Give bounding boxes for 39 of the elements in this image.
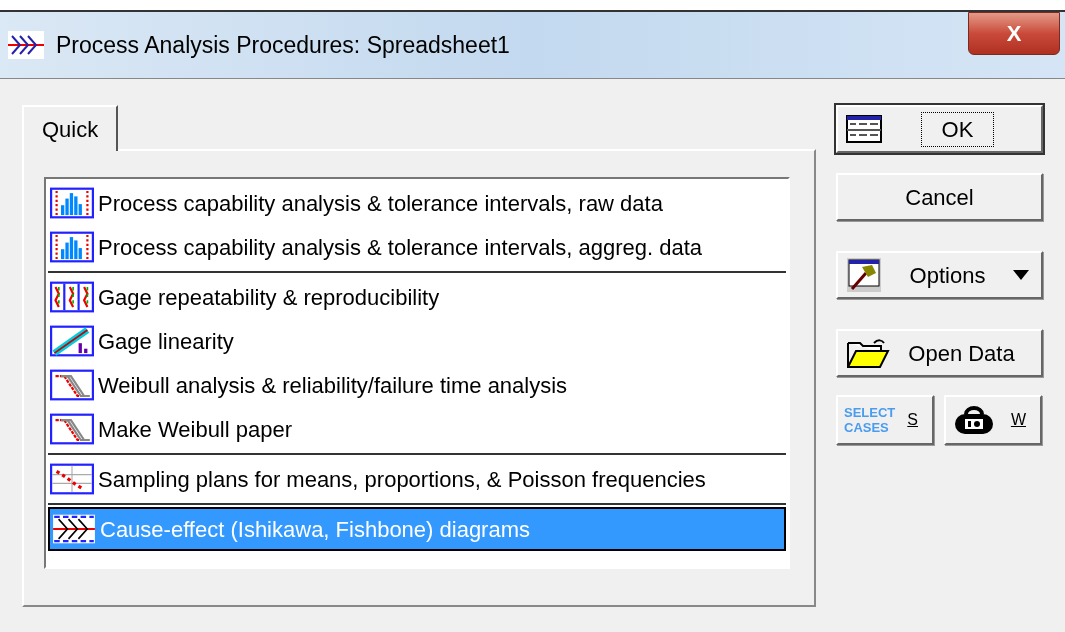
select-cases-label: SELECT CASES [844,405,897,435]
item-label: Process capability analysis & tolerance intervals, aggreg. data [98,233,703,262]
item-label: Cause-effect (Ishikawa, Fishbone) diagrams [100,515,530,544]
regression-icon [50,325,94,357]
fishbone-icon [8,31,44,59]
dropdown-arrow-icon [1013,270,1029,280]
tab[interactable]: Quick [22,105,119,151]
item-label: Gage linearity [98,327,234,356]
curve-icon [50,369,94,401]
hammer-icon [846,257,882,293]
item-label: Gage repeatability & reproducibility [98,283,440,312]
open-data-button[interactable]: Open Data [836,329,1043,377]
item-label: Weibull analysis & reliability/failure time analysis [98,371,568,400]
close-button[interactable]: X [968,12,1060,55]
item-label: Process capability analysis & tolerance intervals, raw data [98,189,663,218]
options-button[interactable]: Options [836,251,1043,299]
weight-icon [952,404,996,436]
ok-button[interactable]: OK [836,105,1043,153]
cancel-button[interactable]: Cancel [836,173,1043,221]
list-item[interactable]: Sampling plans for means, proportions, & Poisson frequencies [48,457,786,501]
list-item[interactable]: Weibull analysis & reliability/failure time analysis [48,363,786,407]
list-item[interactable]: Process capability analysis & tolerance intervals, aggreg. data [48,225,786,269]
table-chart-icon [50,463,94,495]
window-title: Process Analysis Procedures: Spreadsheet1 [56,30,510,60]
list-item[interactable]: Process capability analysis & tolerance intervals, raw data [48,181,786,225]
folder-icon [846,337,890,369]
weight-button[interactable]: W [944,395,1042,445]
histogram-icon [50,187,94,219]
chart-icon [50,281,94,313]
list-item[interactable]: Make Weibull paper [48,407,786,451]
procedure-list[interactable] [44,177,790,569]
fishbone-icon [52,513,96,545]
list-item[interactable]: Gage repeatability & reproducibility [48,275,786,319]
histogram-icon [50,231,94,263]
curve-icon [50,413,94,445]
item-label: Make Weibull paper [98,415,293,444]
list-item[interactable]: Gage linearity [48,319,786,363]
item-label: Sampling plans for means, proportions, & Poisson frequencies [98,465,706,494]
spreadsheet-icon [846,115,882,143]
